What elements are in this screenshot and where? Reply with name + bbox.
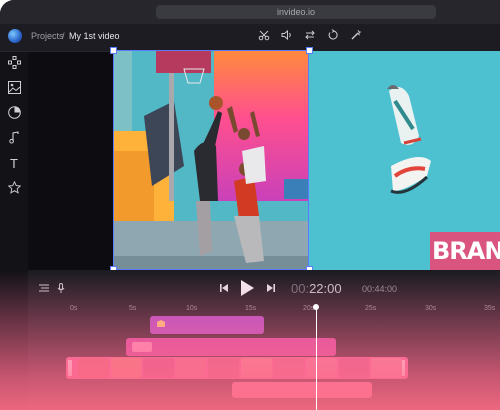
playhead[interactable] [316, 306, 317, 410]
browser-titlebar: invideo.io [0, 0, 500, 24]
sticker-icon[interactable] [6, 106, 22, 122]
video-thumbnail [175, 358, 207, 378]
resize-handle-top-right[interactable] [306, 47, 313, 54]
current-time-value: 22:00 [309, 281, 342, 296]
ruler-label: 10s [186, 305, 198, 312]
ruler-label: 30s [425, 305, 437, 312]
trim-icon[interactable] [256, 29, 272, 45]
invideo-logo-icon[interactable] [8, 29, 22, 43]
text-icon[interactable]: T [6, 156, 22, 172]
video-thumbnail [240, 358, 272, 378]
app-window: invideo.io Projects / My 1st video T BRA… [0, 0, 500, 410]
video-thumbnail [110, 358, 142, 378]
ruler-label: 0s [70, 305, 78, 312]
app-header: Projects / My 1st video [0, 24, 500, 52]
ruler-label: 15s [245, 305, 257, 312]
current-time-hours: 00: [291, 281, 310, 296]
video-thumbnail [273, 358, 305, 378]
video-thumbnail [371, 358, 402, 378]
video-thumbnail-strip [78, 358, 402, 378]
rotate-icon[interactable] [325, 29, 341, 45]
total-time: 00:44:00 [362, 284, 398, 294]
breadcrumb-separator: / [62, 31, 65, 41]
address-bar[interactable]: invideo.io [156, 5, 436, 19]
breadcrumb-projects[interactable]: Projects [31, 31, 64, 41]
layout-icon[interactable] [6, 56, 22, 72]
music-track-clip[interactable] [150, 316, 264, 334]
project-title[interactable]: My 1st video [69, 31, 120, 41]
microphone-icon[interactable] [55, 283, 67, 297]
text-track-clip[interactable] [126, 338, 336, 356]
volume-icon[interactable] [279, 29, 295, 45]
align-icon[interactable] [38, 283, 50, 297]
ruler-label: 25s [365, 305, 377, 312]
resize-handle-top-left[interactable] [110, 47, 117, 54]
skip-back-icon[interactable] [219, 283, 229, 297]
video-thumbnail [306, 358, 337, 378]
music-clip-icon [156, 319, 166, 331]
music-icon[interactable] [6, 131, 22, 147]
video-thumbnail [143, 358, 174, 378]
clip-trim-handle-left[interactable] [68, 360, 72, 376]
brand-text-overlay[interactable]: BRAND [430, 232, 500, 270]
ruler-label: 35s [484, 305, 496, 312]
basketball-photo[interactable] [114, 51, 309, 270]
text-clip-thumb [132, 342, 152, 352]
playhead-knob[interactable] [313, 304, 319, 310]
ruler-label: 5s [129, 305, 137, 312]
audio-track-clip[interactable] [232, 382, 372, 398]
video-thumbnail [208, 358, 239, 378]
video-thumbnail [78, 358, 109, 378]
star-icon[interactable] [6, 180, 22, 197]
tools-sidebar: T [0, 52, 28, 410]
play-icon[interactable] [238, 279, 256, 301]
video-thumbnail [338, 358, 370, 378]
current-time: 00:22:00 [291, 281, 342, 296]
swap-icon[interactable] [302, 29, 318, 45]
media-icon[interactable] [6, 81, 22, 97]
skip-forward-icon[interactable] [266, 283, 276, 297]
magic-wand-icon[interactable] [348, 29, 364, 45]
